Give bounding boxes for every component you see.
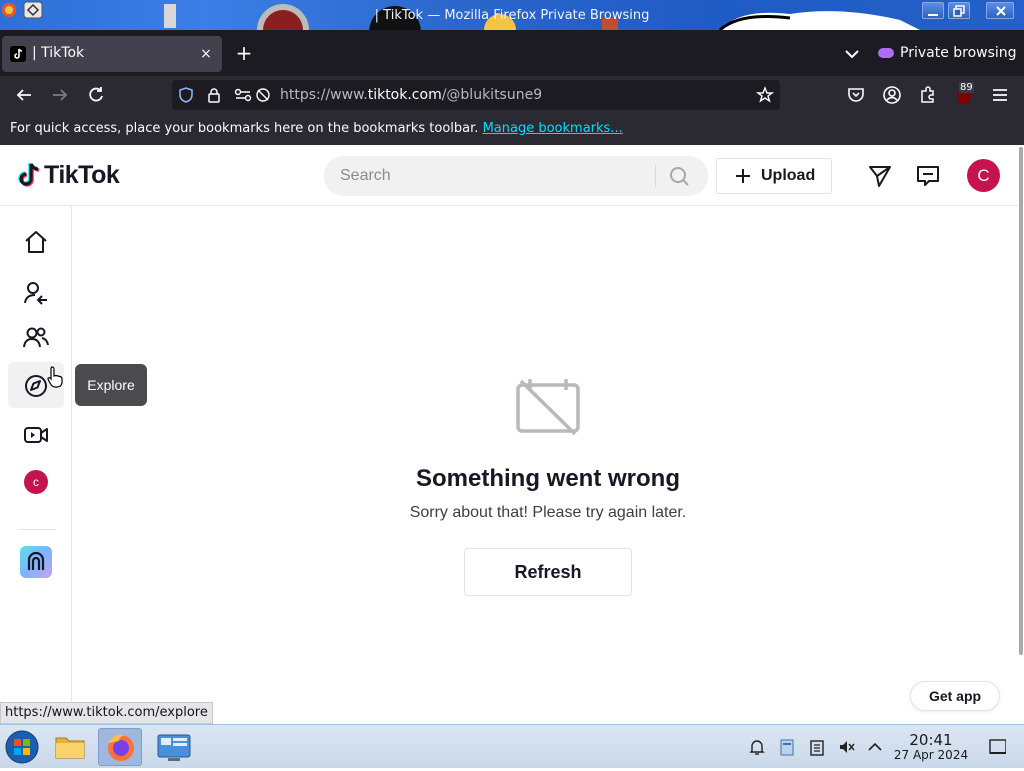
tiktok-logo[interactable]: TikTok: [16, 160, 120, 190]
permissions-icon[interactable]: [234, 88, 252, 102]
no-content-calendar-icon: [516, 379, 580, 435]
clipboard-icon[interactable]: [808, 738, 826, 756]
tiktok-page: TikTok Upload C c: [0, 145, 1024, 724]
taskbar-control-panel[interactable]: [152, 728, 196, 766]
tiktok-wordmark: TikTok: [44, 160, 120, 189]
hamburger-menu-icon[interactable]: [990, 85, 1010, 105]
taskbar-file-manager[interactable]: [48, 728, 92, 766]
firefox-icon: [108, 734, 134, 761]
monitor-settings-icon: [157, 734, 191, 761]
tiktok-favicon-icon: [10, 46, 26, 62]
live-studio-icon[interactable]: [20, 546, 52, 578]
link-status-url: https://www.tiktok.com/explore: [0, 702, 213, 724]
following-icon: [24, 282, 47, 305]
minimize-icon: [928, 14, 938, 16]
ublock-extension-button[interactable]: 89: [954, 82, 974, 106]
account-icon[interactable]: [882, 85, 902, 105]
pocket-icon[interactable]: [846, 85, 866, 105]
extensions-puzzle-icon[interactable]: [918, 85, 938, 105]
volume-muted-icon[interactable]: [838, 738, 856, 756]
sidebar-item-friends[interactable]: [8, 314, 64, 360]
upload-button[interactable]: Upload: [716, 158, 832, 194]
url-prefix: https://www.: [280, 87, 368, 103]
sidebar-divider: [18, 529, 56, 530]
restore-icon: [953, 5, 965, 17]
maximize-button[interactable]: [948, 2, 970, 19]
notification-bell-icon[interactable]: [748, 738, 766, 756]
bookmark-star-icon[interactable]: [756, 86, 774, 104]
home-icon: [25, 231, 47, 253]
sidebar-item-following[interactable]: [8, 269, 64, 315]
compass-icon: [25, 375, 47, 397]
sidebar-item-live[interactable]: [8, 411, 64, 457]
url-host: tiktok.com: [367, 87, 442, 103]
error-title: Something went wrong: [416, 465, 680, 492]
clock-time: 20:41: [909, 731, 953, 749]
show-desktop-icon[interactable]: [988, 738, 1006, 756]
tiktok-sidebar: c: [0, 206, 72, 724]
os-taskbar: 20:41 27 Apr 2024: [0, 724, 1024, 768]
friends-icon: [23, 327, 49, 348]
tab-close-button[interactable]: ×: [196, 44, 216, 64]
page-scrollbar[interactable]: [1018, 145, 1024, 724]
upload-label: Upload: [761, 167, 816, 184]
search-icon[interactable]: [666, 164, 694, 188]
forward-arrow-icon[interactable]: [50, 85, 70, 105]
live-video-icon: [24, 427, 48, 443]
url-bar[interactable]: https://www.tiktok.com/@blukitsune9: [172, 80, 780, 110]
manage-bookmarks-link[interactable]: Manage bookmarks...: [483, 121, 623, 136]
clipboard-manager-icon[interactable]: [778, 738, 796, 756]
taskbar-clock[interactable]: 20:41 27 Apr 2024: [890, 732, 972, 763]
refresh-button[interactable]: Refresh: [464, 548, 632, 596]
folder-icon: [55, 737, 85, 759]
scrollbar-thumb[interactable]: [1019, 147, 1023, 655]
hand-cursor-icon: [47, 366, 63, 388]
tracking-shield-icon[interactable]: [178, 87, 194, 103]
taskbar-firefox[interactable]: [98, 728, 142, 766]
get-app-button[interactable]: Get app: [910, 681, 1000, 711]
tiktok-header: TikTok Upload C: [0, 145, 1018, 206]
tab-title: | TikTok: [32, 45, 85, 61]
bookmarks-toolbar: For quick access, place your bookmarks h…: [0, 114, 1024, 145]
navigation-toolbar: https://www.tiktok.com/@blukitsune9 89: [0, 76, 1024, 114]
window-title: | TikTok — Mozilla Firefox Private Brows…: [374, 8, 650, 23]
url-text: https://www.tiktok.com/@blukitsune9: [280, 87, 542, 103]
close-icon: [996, 6, 1006, 16]
autoplay-blocked-icon[interactable]: [255, 87, 271, 103]
private-browsing-indicator: Private browsing: [878, 42, 1017, 64]
inbox-icon[interactable]: [915, 163, 941, 189]
tiktok-note-icon: [18, 162, 40, 187]
lock-icon[interactable]: [206, 87, 222, 103]
search-bar: [324, 156, 708, 196]
plus-icon: [736, 169, 750, 183]
search-input[interactable]: [340, 166, 640, 186]
explore-tooltip: Explore: [75, 364, 147, 406]
tray-expand-chevron-up-icon[interactable]: [866, 738, 884, 756]
tab-strip: | TikTok × + Private browsing: [0, 30, 1024, 76]
back-arrow-icon[interactable]: [14, 85, 34, 105]
private-mask-icon: [878, 48, 894, 58]
search-divider: [655, 165, 656, 187]
sidebar-item-home[interactable]: [8, 218, 64, 264]
bookmarks-hint: For quick access, place your bookmarks h…: [10, 121, 479, 136]
new-tab-button[interactable]: +: [232, 42, 256, 66]
minimize-button[interactable]: [922, 2, 944, 19]
bookmarks-message: For quick access, place your bookmarks h…: [10, 121, 623, 136]
sidebar-profile-avatar[interactable]: c: [24, 470, 48, 494]
reload-icon[interactable]: [86, 85, 106, 105]
start-menu-icon[interactable]: [4, 729, 40, 765]
error-subtitle: Sorry about that! Please try again later…: [409, 504, 687, 521]
url-path: /@blukitsune9: [441, 87, 543, 103]
clock-date: 27 Apr 2024: [893, 748, 969, 762]
extension-badge-count: 89: [959, 82, 974, 93]
profile-avatar[interactable]: C: [967, 159, 1000, 192]
messages-send-icon[interactable]: [867, 163, 893, 189]
list-all-tabs-chevron-down-icon[interactable]: [840, 43, 864, 65]
close-window-button[interactable]: [986, 2, 1014, 19]
private-browsing-label: Private browsing: [900, 45, 1017, 61]
tab-tiktok[interactable]: | TikTok ×: [2, 36, 222, 72]
window-titlebar: | TikTok — Mozilla Firefox Private Brows…: [0, 0, 1024, 30]
